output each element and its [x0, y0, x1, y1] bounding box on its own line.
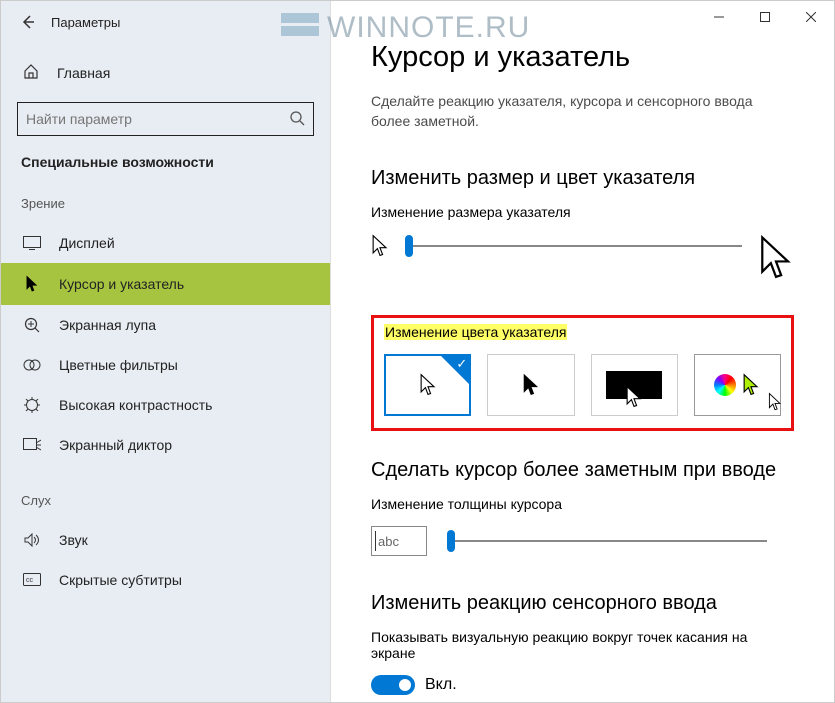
search-input[interactable]: [26, 111, 289, 127]
cursor-thickness-label: Изменение толщины курсора: [371, 496, 794, 512]
sidebar-item-color-filters[interactable]: Цветные фильтры: [1, 345, 330, 385]
svg-text:cc: cc: [26, 577, 34, 584]
minimize-button[interactable]: [696, 1, 742, 33]
pointer-color-section: Изменение цвета указателя: [371, 315, 794, 431]
window-controls: [696, 1, 834, 33]
close-button[interactable]: [788, 1, 834, 33]
cursor-thickness-preview: abc: [371, 526, 427, 556]
pointer-color-custom[interactable]: [694, 354, 781, 416]
sidebar-item-magnifier[interactable]: Экранная лупа: [1, 305, 330, 345]
hover-cursor-icon: [768, 392, 782, 417]
pointer-color-inverted[interactable]: [591, 354, 678, 416]
cursor-thickness-row: abc: [371, 526, 794, 556]
sidebar-item-label: Экранный диктор: [59, 437, 172, 453]
sidebar-item-high-contrast[interactable]: Высокая контрастность: [1, 385, 330, 425]
touch-feedback-toggle[interactable]: [371, 675, 415, 695]
pointer-color-black[interactable]: [487, 354, 574, 416]
section-cursor-heading: Сделать курсор более заметным при вводе: [371, 459, 794, 482]
color-filters-icon: [23, 358, 41, 372]
sidebar-item-label: Цветные фильтры: [59, 357, 178, 373]
sidebar-section-label: Специальные возможности: [1, 154, 330, 196]
home-icon: [23, 63, 39, 82]
touch-feedback-toggle-label: Вкл.: [425, 676, 457, 694]
pointer-size-slider[interactable]: [405, 234, 742, 258]
contrast-icon: [23, 397, 41, 413]
sidebar-item-display[interactable]: Дисплей: [1, 223, 330, 263]
sidebar-home[interactable]: Главная: [1, 57, 330, 92]
search-box[interactable]: [17, 102, 314, 136]
section-touch-heading: Изменить реакцию сенсорного ввода: [371, 592, 794, 615]
captions-icon: cc: [23, 573, 41, 587]
pointer-size-label: Изменение размера указателя: [371, 204, 794, 220]
sidebar-item-audio[interactable]: Звук: [1, 520, 330, 560]
pointer-color-white[interactable]: [384, 354, 471, 416]
page-subtitle: Сделайте реакцию указателя, курсора и се…: [371, 92, 794, 131]
pointer-icon-large: [758, 234, 794, 287]
sidebar-item-label: Дисплей: [59, 235, 115, 251]
sidebar-group-vision: Зрение: [1, 196, 330, 223]
sidebar-item-label: Экранная лупа: [59, 317, 156, 333]
cursor-sample-text: abc: [378, 534, 399, 549]
sidebar-item-label: Звук: [59, 532, 88, 548]
main-content: Курсор и указатель Сделайте реакцию указ…: [331, 1, 834, 702]
pointer-size-row: [371, 234, 794, 287]
sidebar-item-cursor[interactable]: Курсор и указатель: [1, 263, 330, 305]
sidebar-item-captions[interactable]: cc Скрытые субтитры: [1, 560, 330, 600]
pointer-icon-small: [371, 234, 389, 263]
cursor-icon: [23, 275, 41, 293]
magnifier-icon: [23, 317, 41, 333]
sidebar-home-label: Главная: [57, 65, 110, 81]
sidebar-item-narrator[interactable]: Экранный диктор: [1, 425, 330, 465]
cursor-thickness-slider[interactable]: [447, 529, 767, 553]
maximize-button[interactable]: [742, 1, 788, 33]
sidebar-item-label: Курсор и указатель: [59, 276, 184, 292]
touch-feedback-label: Показывать визуальную реакцию вокруг точ…: [371, 629, 794, 661]
sidebar-item-label: Скрытые субтитры: [59, 572, 182, 588]
sidebar-group-hearing: Слух: [1, 493, 330, 520]
search-icon: [289, 110, 305, 129]
display-icon: [23, 236, 41, 250]
sidebar-item-label: Высокая контрастность: [59, 397, 212, 413]
audio-icon: [23, 533, 41, 547]
section-pointer-heading: Изменить размер и цвет указателя: [371, 167, 794, 190]
pointer-color-label: Изменение цвета указателя: [384, 324, 567, 340]
app-title: Параметры: [51, 15, 120, 30]
narrator-icon: [23, 438, 41, 452]
back-button[interactable]: [19, 13, 37, 31]
page-title: Курсор и указатель: [371, 41, 794, 74]
sidebar: Параметры Главная Специальные возможност…: [1, 1, 331, 702]
color-wheel-icon: [714, 374, 736, 396]
